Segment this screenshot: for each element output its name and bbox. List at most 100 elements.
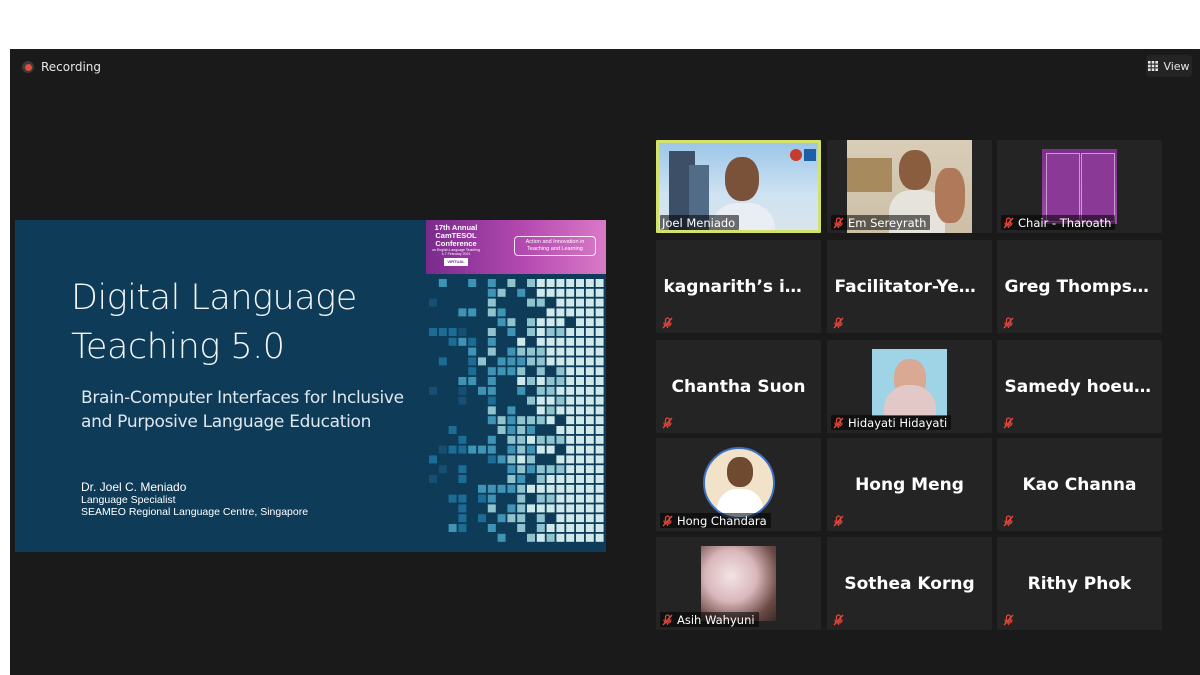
mosaic-square <box>585 367 594 376</box>
participant-tile[interactable]: Hong Chandara <box>656 438 821 531</box>
mic-muted-icon <box>662 514 673 526</box>
author-org: SEAMEO Regional Language Centre, Singapo… <box>81 506 309 518</box>
mosaic-square <box>507 328 516 336</box>
mosaic-square <box>585 377 594 385</box>
banner-theme: Action and Innovation in Teaching and Le… <box>514 236 596 256</box>
mosaic-square <box>585 416 594 425</box>
mosaic-square <box>517 367 526 376</box>
mosaic-square <box>566 445 575 454</box>
participant-tile[interactable]: kagnarith’s iPh… <box>656 240 821 333</box>
mosaic-square <box>556 533 565 542</box>
participant-label <box>660 315 677 330</box>
participant-tile[interactable]: Asih Wahyuni <box>656 537 821 630</box>
mosaic-square <box>527 435 535 444</box>
participant-tile[interactable]: Chantha Suon <box>656 340 821 433</box>
participant-tile[interactable]: Greg Thompson <box>997 240 1162 333</box>
mosaic-square <box>478 494 486 503</box>
participant-label: Hong Chandara <box>660 513 771 528</box>
pixel-mosaic-graphic <box>429 279 604 542</box>
mosaic-square <box>438 328 447 336</box>
mosaic-square <box>546 504 555 513</box>
participant-tile[interactable]: Sothea Korng <box>827 537 992 630</box>
mosaic-square <box>595 337 604 346</box>
mosaic-square <box>507 465 516 474</box>
mosaic-square <box>517 475 526 483</box>
mosaic-square <box>595 533 604 542</box>
mosaic-square <box>585 406 594 415</box>
mosaic-square <box>497 416 506 425</box>
mosaic-square <box>595 406 604 415</box>
mosaic-square <box>527 377 535 385</box>
mosaic-square <box>448 328 457 336</box>
participant-label: Joel Meniado <box>660 215 740 230</box>
mosaic-square <box>566 308 575 317</box>
participant-tile[interactable]: Rithy Phok <box>997 537 1162 630</box>
mosaic-square <box>487 494 496 503</box>
mosaic-square <box>448 337 457 346</box>
grid-view-icon <box>1148 61 1159 71</box>
mosaic-square <box>429 298 437 307</box>
mosaic-square <box>458 337 467 346</box>
mosaic-square <box>576 396 584 405</box>
mosaic-square <box>517 386 526 395</box>
participant-photo <box>701 546 776 621</box>
mosaic-square <box>556 298 565 307</box>
mosaic-square <box>468 347 477 356</box>
mosaic-square <box>458 396 467 405</box>
mosaic-square <box>595 435 604 444</box>
mosaic-square <box>566 435 575 444</box>
participant-tile[interactable]: Kao Channa <box>997 438 1162 531</box>
mosaic-square <box>438 279 447 287</box>
mosaic-square <box>458 328 467 336</box>
meeting-stage: Recording View Digital Language Teaching… <box>10 49 1200 675</box>
mosaic-square <box>576 318 584 327</box>
participant-name-large: Samedy hoeurng <box>1004 376 1155 397</box>
participant-avatar <box>703 447 775 519</box>
mosaic-square <box>487 396 496 405</box>
mosaic-square <box>546 416 555 425</box>
mosaic-square <box>576 377 584 385</box>
mosaic-square <box>595 416 604 425</box>
participant-name-large: kagnarith’s iPh… <box>663 276 814 297</box>
participant-tile[interactable]: Samedy hoeurng <box>997 340 1162 433</box>
mosaic-square <box>438 357 447 366</box>
participant-tile[interactable]: Em Sereyrath <box>827 140 992 233</box>
mosaic-square <box>458 377 467 385</box>
mosaic-square <box>536 465 545 474</box>
mosaic-square <box>556 455 565 464</box>
mosaic-square <box>566 494 575 503</box>
mosaic-square <box>576 298 584 307</box>
view-button[interactable]: View <box>1146 55 1192 77</box>
mosaic-square <box>497 308 506 317</box>
mosaic-square <box>458 504 467 513</box>
mosaic-square <box>527 328 535 336</box>
mosaic-square <box>536 288 545 297</box>
mosaic-square <box>566 337 575 346</box>
mosaic-square <box>566 524 575 532</box>
participant-tile[interactable]: Chair - Tharoath <box>997 140 1162 233</box>
participant-tile[interactable]: Hidayati Hidayati <box>827 340 992 433</box>
mosaic-square <box>595 386 604 395</box>
mosaic-square <box>458 445 467 454</box>
mosaic-square <box>576 386 584 395</box>
mosaic-square <box>497 357 506 366</box>
mosaic-square <box>507 406 516 415</box>
mosaic-square <box>546 524 555 532</box>
mosaic-square <box>458 465 467 474</box>
author-name: Dr. Joel C. Meniado <box>81 480 187 494</box>
mosaic-square <box>566 514 575 523</box>
recording-indicator: Recording <box>22 60 101 74</box>
mosaic-square <box>448 524 457 532</box>
mosaic-square <box>576 426 584 434</box>
participant-tile[interactable]: Hong Meng <box>827 438 992 531</box>
mosaic-square <box>487 484 496 493</box>
mosaic-square <box>595 298 604 307</box>
participant-tile[interactable]: Joel Meniado <box>656 140 821 233</box>
mosaic-square <box>507 357 516 366</box>
mosaic-square <box>487 524 496 532</box>
participant-tile[interactable]: Facilitator-Yeau… <box>827 240 992 333</box>
mosaic-square <box>438 445 447 454</box>
mosaic-square <box>595 494 604 503</box>
mosaic-square <box>576 416 584 425</box>
participant-name-large: Sothea Korng <box>844 573 975 594</box>
